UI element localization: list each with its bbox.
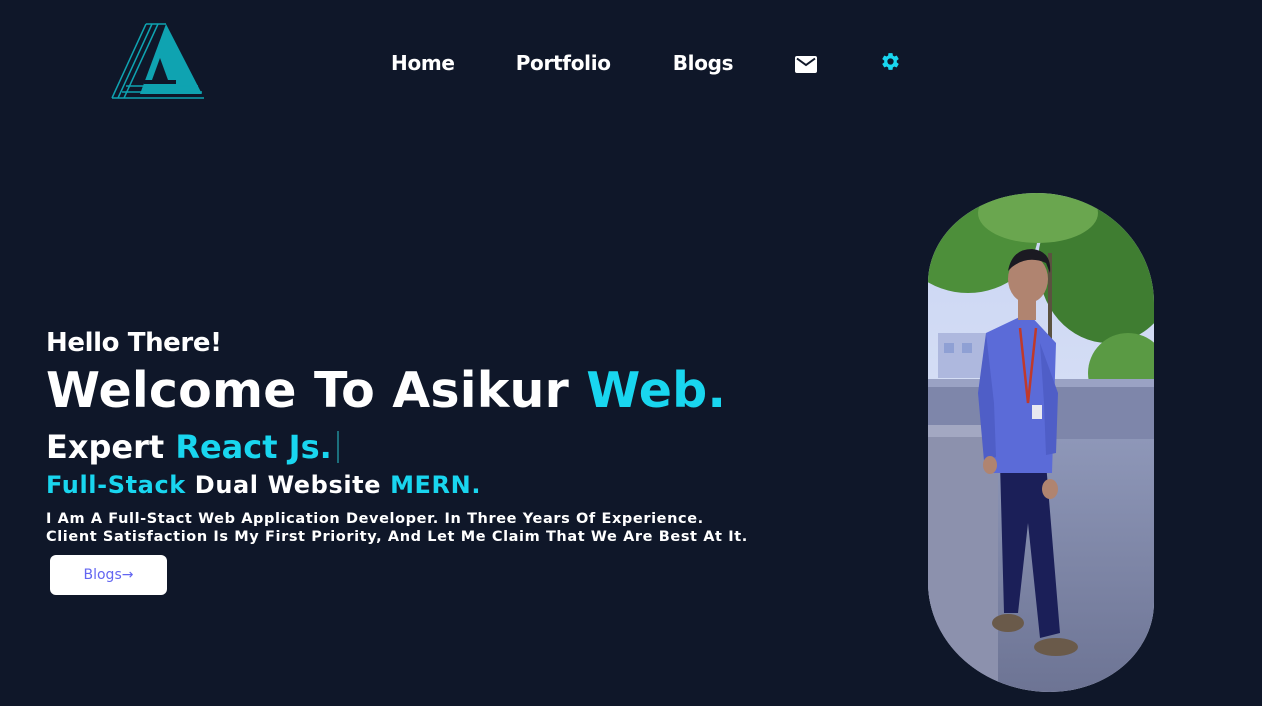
hero-description: I Am A Full-Stact Web Application Develo… [46, 510, 748, 546]
typing-line: Expert React Js. [46, 428, 339, 466]
envelope-icon [795, 55, 818, 73]
nav-blogs-link[interactable]: Blogs [673, 44, 734, 82]
stack-middle: Dual Website [185, 471, 391, 499]
typing-cursor [336, 431, 339, 463]
stack-accent-2: MERN. [390, 471, 482, 499]
gear-icon [882, 52, 899, 70]
greeting-heading: Hello There! [46, 328, 222, 358]
profile-photo [928, 193, 1154, 692]
nav-home-link[interactable]: Home [391, 44, 455, 82]
typing-prefix: Expert [46, 428, 176, 466]
settings-link[interactable] [880, 51, 901, 72]
welcome-prefix: Welcome To Asikur [46, 362, 587, 419]
nav-portfolio-link[interactable]: Portfolio [516, 44, 611, 82]
stack-line: Full-Stack Dual Website MERN. [46, 471, 481, 499]
stack-accent-1: Full-Stack [46, 471, 186, 499]
blogs-button[interactable]: Blogs→ [50, 555, 167, 595]
typing-accent: React Js. [175, 428, 332, 466]
welcome-accent: Web. [586, 362, 727, 419]
welcome-heading: Welcome To Asikur Web. [46, 362, 726, 419]
triangle-a-logo-icon [111, 23, 204, 99]
profile-photo-illustration [928, 193, 1154, 692]
description-line-1: I Am A Full-Stact Web Application Develo… [46, 511, 704, 527]
description-line-2: Client Satisfaction Is My First Priority… [46, 529, 748, 545]
main-nav: Home Portfolio Blogs [391, 44, 901, 82]
contact-mail-link[interactable] [795, 55, 818, 73]
logo-link[interactable] [108, 20, 206, 100]
